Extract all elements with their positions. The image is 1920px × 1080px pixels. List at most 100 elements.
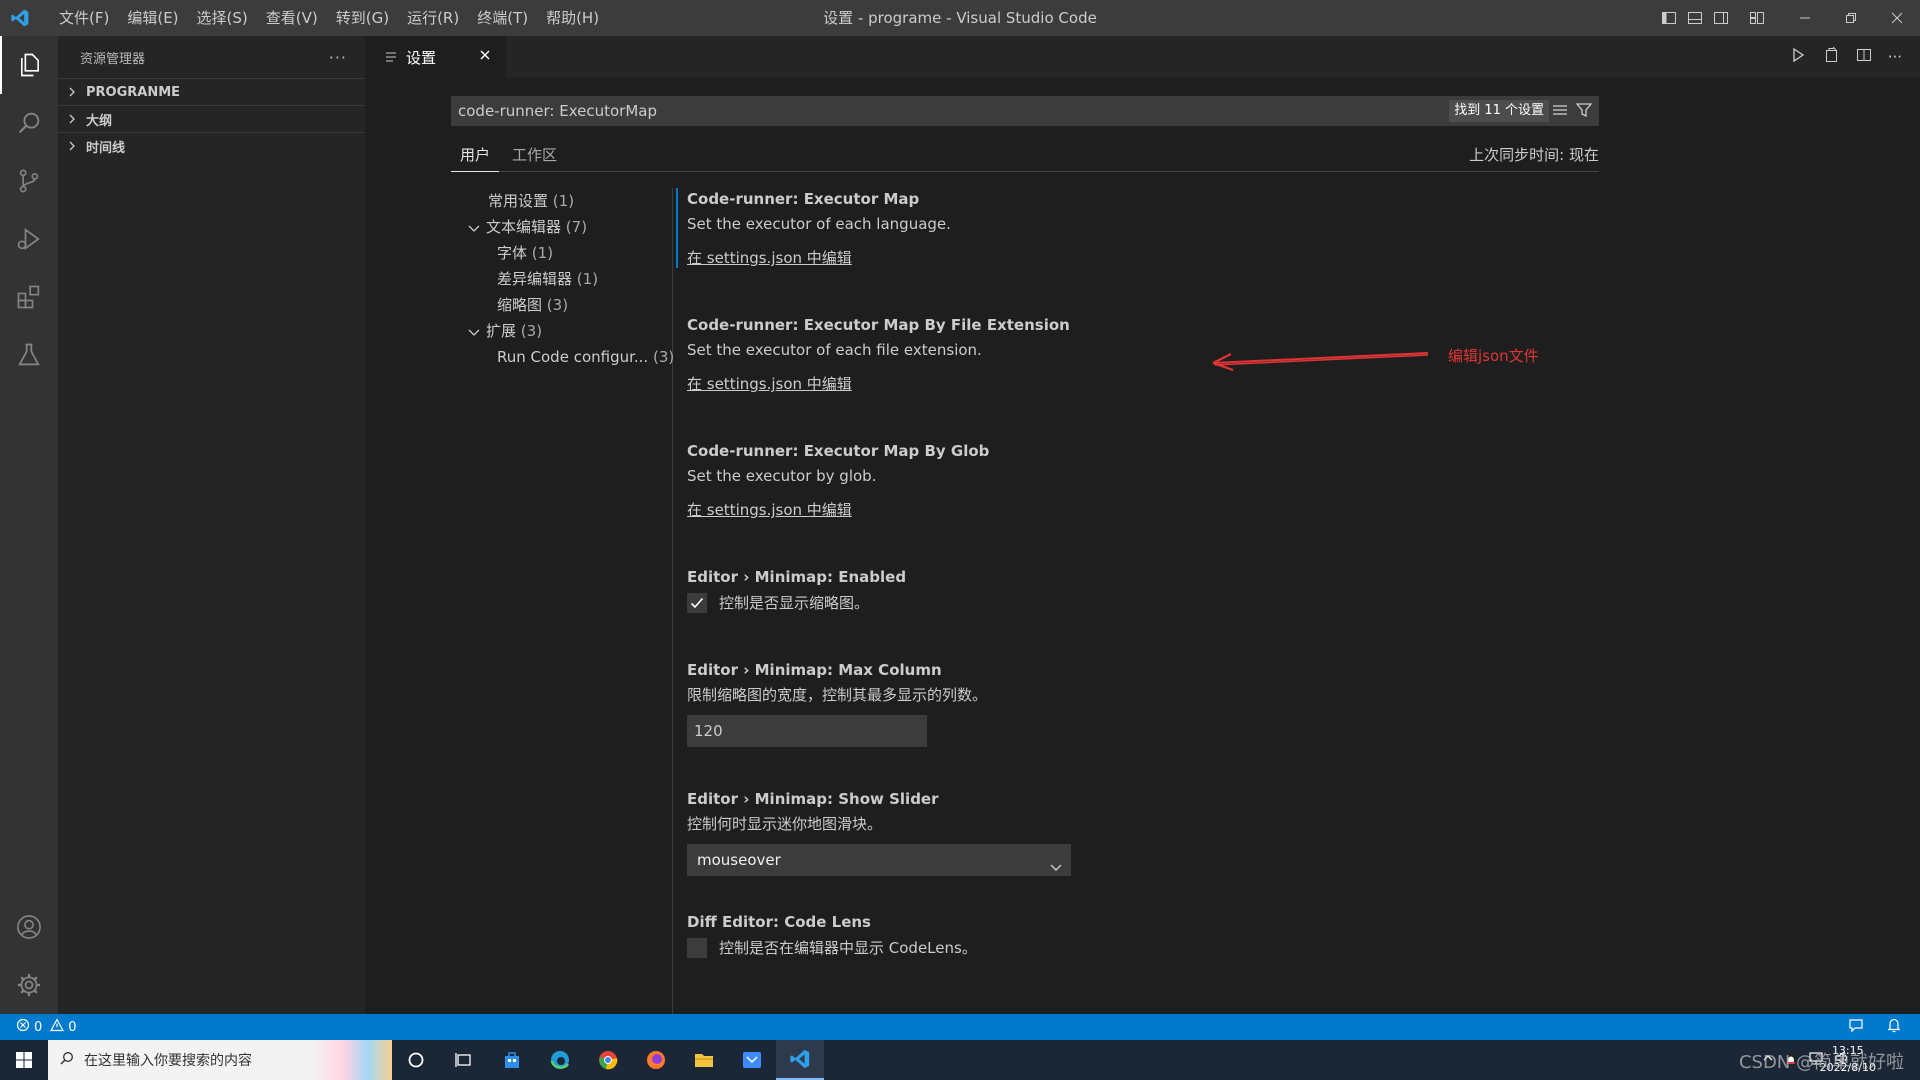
search-icon [60, 1051, 74, 1069]
vscode-taskbar-icon[interactable] [776, 1040, 824, 1080]
tab-user[interactable]: 用户 [451, 140, 500, 172]
section-folder[interactable]: PROGRANME [58, 78, 365, 105]
chevron-down-icon [467, 325, 483, 339]
tab-settings[interactable]: 设置 [365, 36, 506, 78]
setting-description: Set the executor by glob. [687, 467, 877, 485]
split-editor-icon[interactable] [1855, 46, 1873, 68]
settings-search-input[interactable]: code-runner: ExecutorMap 找到 11 个设置 [451, 96, 1599, 126]
section-timeline[interactable]: 时间线 [58, 132, 365, 159]
filter-icon[interactable] [1575, 101, 1593, 123]
edit-in-settings-json-link[interactable]: 在 settings.json 中编辑 [687, 500, 852, 520]
testing-icon[interactable] [0, 326, 58, 384]
setting-description: Set the executor of each language. [687, 215, 951, 233]
toc-item-text-editor[interactable]: 文本编辑器 (7) [467, 214, 587, 240]
last-sync-status: 上次同步时间: 现在 [1469, 146, 1599, 164]
toggle-primary-sidebar-icon[interactable] [1656, 0, 1682, 36]
menu-go[interactable]: 转到(G) [327, 0, 398, 36]
setting-category: Editor › Minimap: [687, 790, 839, 808]
more-actions-icon[interactable]: ··· [329, 48, 347, 67]
store-icon[interactable] [488, 1040, 536, 1080]
section-outline-label: 大纲 [86, 113, 113, 129]
manage-gear-icon[interactable] [0, 956, 58, 1014]
toc-item-font[interactable]: 字体 (1) [497, 240, 553, 266]
setting-name: Enabled [838, 568, 907, 586]
feedback-icon[interactable] [1848, 1017, 1864, 1037]
search-highlight-image [312, 1040, 392, 1080]
cortana-icon[interactable] [392, 1040, 440, 1080]
toc-item-run-code[interactable]: Run Code configur... (3) [497, 344, 674, 370]
toc-item-diff-editor[interactable]: 差异编辑器 (1) [497, 266, 598, 292]
menu-file[interactable]: 文件(F) [50, 0, 118, 36]
menu-help[interactable]: 帮助(H) [537, 0, 608, 36]
watermark-text: CSDN @简单就好啦 [1738, 1052, 1904, 1073]
run-code-icon[interactable] [1789, 46, 1807, 68]
edit-in-settings-json-link[interactable]: 在 settings.json 中编辑 [687, 374, 852, 394]
toc-item-minimap[interactable]: 缩略图 (3) [497, 292, 568, 318]
more-editor-actions-icon[interactable]: ··· [1888, 48, 1902, 66]
run-debug-icon[interactable] [0, 210, 58, 268]
minimap-enabled-checkbox[interactable] [687, 592, 707, 613]
toc-count: (1) [552, 192, 575, 210]
mail-app-icon[interactable] [728, 1040, 776, 1080]
taskbar-search-box[interactable]: 在这里输入你要搜索的内容 [48, 1040, 392, 1080]
toc-item-extensions[interactable]: 扩展 (3) [467, 318, 542, 344]
explorer-sidebar: 资源管理器 ··· PROGRANME 大纲 时间线 [58, 36, 365, 1014]
setting-name: Show Slider [838, 790, 939, 808]
toc-count: (3) [520, 322, 543, 340]
menu-selection[interactable]: 选择(S) [188, 0, 257, 36]
explorer-title: 资源管理器 [80, 51, 146, 67]
setting-title: Diff Editor: Code Lens [687, 911, 1587, 933]
customize-layout-icon[interactable] [1744, 0, 1770, 36]
task-view-icon[interactable] [440, 1040, 488, 1080]
explorer-icon[interactable] [0, 36, 58, 94]
menu-edit[interactable]: 编辑(E) [118, 0, 187, 36]
menu-view[interactable]: 查看(V) [257, 0, 327, 36]
toc-label: 扩展 [486, 322, 517, 340]
edge-browser-icon[interactable] [536, 1040, 584, 1080]
tab-workspace[interactable]: 工作区 [503, 140, 566, 172]
windows-start-icon[interactable] [0, 1040, 48, 1080]
problems-status[interactable]: 0 0 [0, 1018, 77, 1036]
code-lens-checkbox[interactable] [687, 937, 707, 958]
status-bar: 0 0 [0, 1014, 1920, 1040]
clear-filter-list-icon[interactable] [1551, 101, 1569, 123]
chevron-down-icon [467, 221, 483, 235]
section-folder-label: PROGRANME [86, 84, 181, 100]
firefox-icon[interactable] [632, 1040, 680, 1080]
toc-item-common[interactable]: 常用设置 (1) [488, 188, 574, 214]
minimize-icon[interactable] [1782, 0, 1828, 36]
setting-category: Code-runner: [687, 442, 804, 460]
max-column-input[interactable]: 120 [687, 715, 927, 747]
toc-count: (3) [652, 348, 675, 366]
search-icon[interactable] [0, 94, 58, 152]
show-slider-value: mouseover [697, 851, 781, 869]
chrome-icon[interactable] [584, 1040, 632, 1080]
setting-description: 控制何时显示迷你地图滑块。 [687, 815, 883, 833]
close-tab-icon[interactable] [478, 48, 492, 66]
restore-icon[interactable] [1828, 0, 1874, 36]
toggle-panel-icon[interactable] [1682, 0, 1708, 36]
setting-category: Editor › Minimap: [687, 661, 839, 679]
toggle-secondary-sidebar-icon[interactable] [1708, 0, 1734, 36]
setting-category: Code-runner: [687, 190, 804, 208]
extensions-icon[interactable] [0, 268, 58, 326]
annotation-label: 编辑json文件 [1448, 347, 1539, 365]
toc-count: (7) [565, 218, 588, 236]
chevron-right-icon [64, 141, 80, 151]
show-slider-select[interactable]: mouseover [687, 844, 1071, 876]
menu-terminal[interactable]: 终端(T) [468, 0, 537, 36]
edit-in-settings-json-link[interactable]: 在 settings.json 中编辑 [687, 248, 852, 268]
accounts-icon[interactable] [0, 898, 58, 956]
section-outline[interactable]: 大纲 [58, 105, 365, 132]
notifications-bell-icon[interactable] [1886, 1017, 1902, 1037]
file-explorer-icon[interactable] [680, 1040, 728, 1080]
source-control-icon[interactable] [0, 152, 58, 210]
menu-run[interactable]: 运行(R) [398, 0, 468, 36]
toc-label: 文本编辑器 [486, 218, 562, 236]
toc-label: 差异编辑器 [497, 270, 573, 288]
setting-name: Executor Map By Glob [803, 442, 990, 460]
warning-count: 0 [68, 1019, 77, 1035]
chevron-right-icon [64, 87, 80, 97]
close-window-icon[interactable] [1874, 0, 1920, 36]
open-settings-json-icon[interactable] [1822, 46, 1840, 68]
